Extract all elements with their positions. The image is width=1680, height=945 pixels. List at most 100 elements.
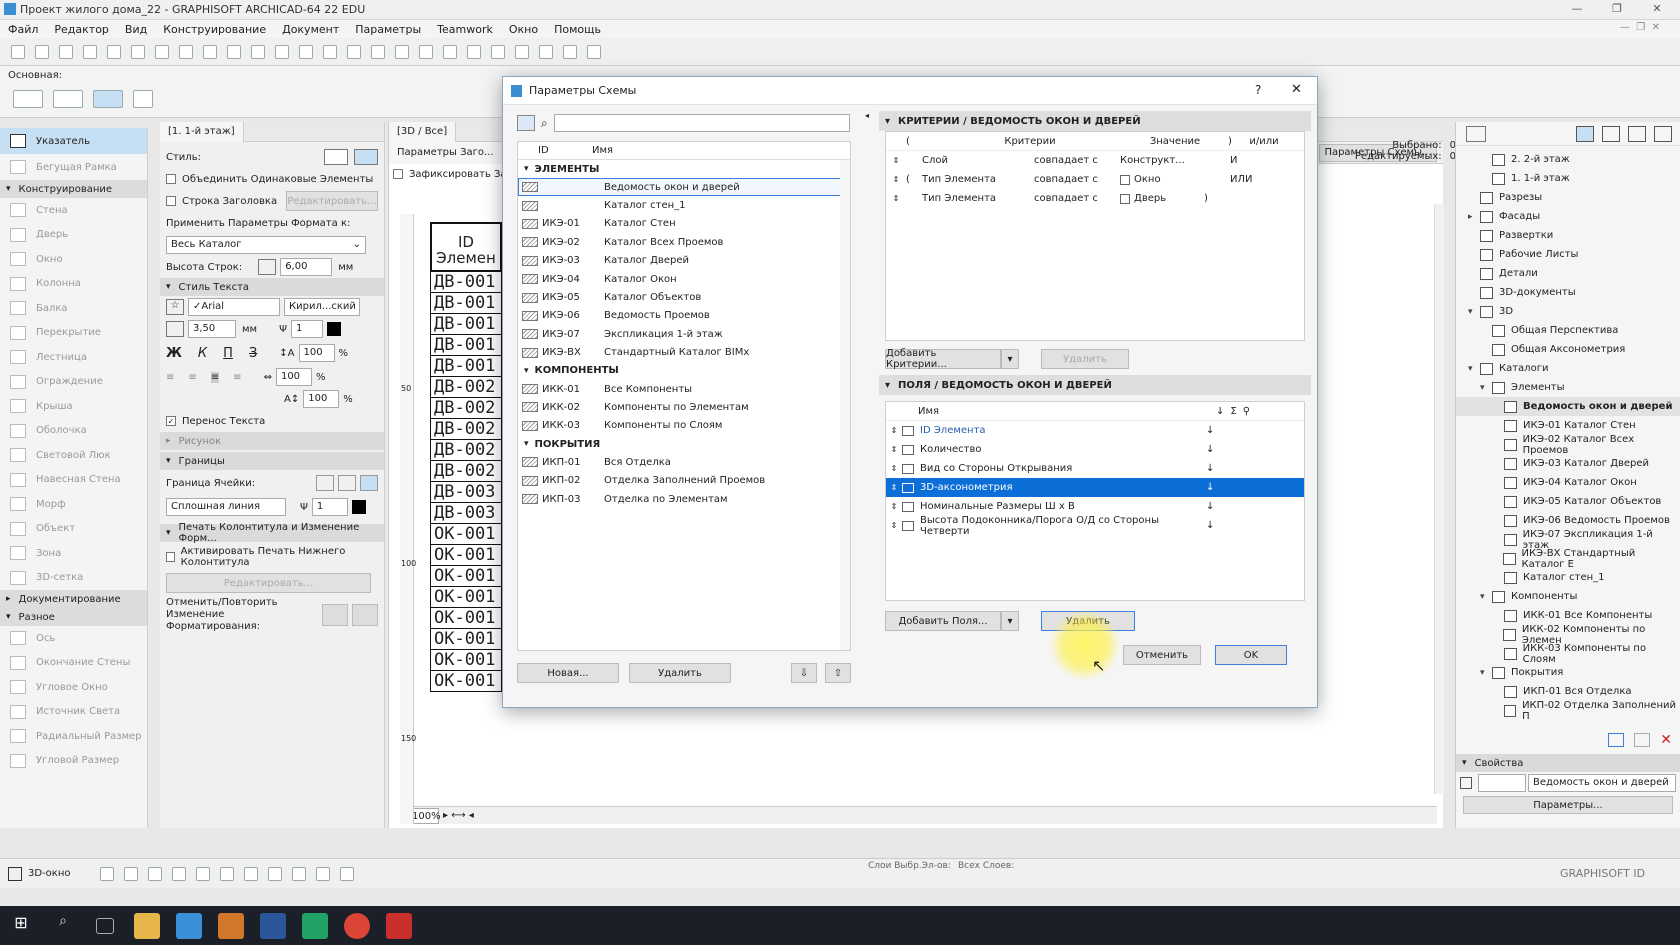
walk-icon[interactable]	[147, 866, 162, 881]
menu-options[interactable]: Параметры	[355, 23, 421, 36]
split-icon[interactable]	[395, 44, 409, 59]
tool-construct-15[interactable]: 3D-сетка	[0, 566, 147, 591]
render-icon[interactable]	[563, 44, 577, 59]
add-fields-button[interactable]: Добавить Поля...	[885, 611, 1001, 631]
zoom-arrows-icon[interactable]: ▸ ⟷ ◂	[443, 810, 474, 821]
navigator-item[interactable]: ▾ 3D	[1456, 302, 1680, 321]
toolbox-section-construct[interactable]: Конструирование	[0, 180, 147, 198]
field-sort-icon[interactable]: ↓	[1206, 501, 1246, 512]
navigator-item[interactable]: ИКК-02 Компоненты по Элемен	[1456, 624, 1680, 646]
field-sort-icon[interactable]: ↓	[1206, 520, 1246, 531]
border-pen-input[interactable]: 1	[311, 498, 348, 516]
filter-icon[interactable]	[267, 866, 282, 881]
tree-arrow-icon[interactable]: ▾	[1480, 668, 1492, 678]
tool-construct-12[interactable]: Морф	[0, 492, 147, 517]
word-icon[interactable]	[260, 912, 286, 939]
tree-arrow-icon[interactable]: ▾	[1480, 383, 1492, 393]
wrap-checkbox[interactable]: ✓	[166, 416, 176, 426]
schedule-item[interactable]: ИКЭ-03 Каталог Дверей	[518, 252, 850, 270]
text-style-header[interactable]: Стиль Текста	[160, 278, 384, 296]
menu-file[interactable]: Файл	[8, 23, 38, 36]
pin-icon[interactable]: ⚲	[1243, 406, 1250, 417]
navigator-item[interactable]: Рабочие Листы	[1456, 245, 1680, 264]
text-pen-input[interactable]: 1	[290, 320, 323, 338]
border-outer-icon[interactable]	[316, 475, 334, 491]
navigator-item[interactable]: ▾ Покрытия	[1456, 663, 1680, 682]
field-row[interactable]: ⇕ 3D-аксонометрия ↓	[886, 478, 1304, 497]
align-icon[interactable]	[347, 44, 361, 59]
crit-field[interactable]: Слой	[922, 155, 1034, 166]
list-view-icon[interactable]	[517, 115, 535, 131]
crit-value-cell[interactable]: Конструкт...	[1120, 155, 1204, 166]
criteria-row[interactable]: ⇕(Тип Элемента совпадает с Окно ИЛИ	[886, 170, 1304, 189]
schedule-item[interactable]: ИКК-03 Компоненты по Слоям	[518, 417, 850, 435]
crit-close[interactable]: )	[1204, 193, 1230, 204]
line-spacing-input[interactable]: 100	[303, 390, 340, 408]
tab-header-params[interactable]: Параметры Заго...	[389, 141, 503, 164]
col-id-header[interactable]: ID	[518, 145, 592, 156]
spacing-input[interactable]: 100	[275, 368, 312, 386]
publisher-icon[interactable]	[1654, 125, 1672, 142]
group-icon[interactable]	[299, 44, 313, 59]
borders-header[interactable]: Границы	[160, 452, 384, 470]
schedule-group[interactable]: ПОКРЫТИЯ	[518, 435, 850, 453]
reorder-handle-icon[interactable]: ⇕	[886, 464, 902, 473]
sun-icon[interactable]	[315, 866, 330, 881]
navigator-item[interactable]: 3D-документы	[1456, 283, 1680, 302]
field-sort-icon[interactable]: ↓	[1206, 425, 1246, 436]
navigator-item[interactable]: ▾ Каталоги	[1456, 359, 1680, 378]
tool-construct-0[interactable]: Стена	[0, 198, 147, 223]
crit-operator[interactable]: совпадает с	[1034, 174, 1120, 185]
view-3d-icon[interactable]	[515, 44, 529, 59]
selection-method-icon[interactable]	[13, 90, 43, 108]
export-icon[interactable]: ⇧	[825, 663, 851, 683]
canvas-vscrollbar[interactable]	[1434, 204, 1444, 794]
tool-misc-0[interactable]: Ось	[0, 626, 147, 651]
criteria-section-header[interactable]: КРИТЕРИИ / ВЕДОМОСТЬ ОКОН И ДВЕРЕЙ	[879, 111, 1311, 131]
tool-misc-3[interactable]: Источник Света	[0, 700, 147, 725]
crit-paren[interactable]: (	[906, 174, 922, 185]
clone-view-icon[interactable]	[1634, 733, 1651, 747]
schedule-item[interactable]: ИКЭ-06 Ведомость Проемов	[518, 307, 850, 325]
arrange-icon[interactable]	[323, 44, 337, 59]
schedule-item[interactable]: ИКК-01 Все Компоненты	[518, 380, 850, 398]
navigator-item[interactable]: Детали	[1456, 264, 1680, 283]
width-factor-input[interactable]: 100	[298, 344, 335, 362]
reorder-handle-icon[interactable]: ⇕	[886, 445, 902, 454]
trim-icon[interactable]	[371, 44, 385, 59]
field-row[interactable]: ⇕ ID Элемента ↓	[886, 421, 1304, 440]
tool-construct-3[interactable]: Колонна	[0, 272, 147, 297]
align-center-icon[interactable]: ≡	[188, 372, 196, 383]
navigator-item[interactable]: ИКЭ-04 Каталог Окон	[1456, 473, 1680, 492]
schedule-item[interactable]: ИКЭ-ВХ Стандартный Каталог BIMx	[518, 344, 850, 362]
align-left-icon[interactable]: ≡	[166, 372, 174, 383]
row-height-input[interactable]: 6,00	[280, 258, 333, 276]
border-inner-icon[interactable]	[338, 475, 356, 491]
roof-icon[interactable]	[491, 44, 505, 59]
menu-window-controls[interactable]: — ❐ ✕	[1620, 22, 1660, 33]
charset-select[interactable]: Кирил...ский	[284, 298, 360, 316]
schedule-item[interactable]: Каталог стен_1	[518, 196, 850, 214]
field-sort-icon[interactable]: ↓	[1206, 444, 1246, 455]
section-icon[interactable]	[539, 44, 553, 59]
task-view-icon[interactable]	[96, 917, 114, 934]
grid-icon[interactable]	[203, 44, 217, 59]
lock-header-checkbox[interactable]	[393, 169, 403, 179]
tool-construct-1[interactable]: Дверь	[0, 223, 147, 248]
edit-footer-button[interactable]: Редактировать...	[166, 573, 371, 593]
archicad-taskbar-icon[interactable]	[176, 912, 202, 939]
undo-format-icon[interactable]	[322, 604, 348, 626]
menu-help[interactable]: Помощь	[554, 23, 601, 36]
reorder-handle-icon[interactable]: ⇕	[886, 156, 906, 165]
navigator-item[interactable]: Разрезы	[1456, 188, 1680, 207]
intersect-icon[interactable]	[419, 44, 433, 59]
redo-format-icon[interactable]	[352, 604, 378, 626]
undo-icon[interactable]	[11, 44, 25, 59]
navigator-item[interactable]: ▸ Фасады	[1456, 207, 1680, 226]
style-grid-icon[interactable]	[354, 149, 378, 165]
footer-checkbox[interactable]	[166, 552, 175, 562]
3d-window-icon[interactable]	[8, 866, 22, 881]
tool-construct-9[interactable]: Оболочка	[0, 419, 147, 444]
view-cube-icon[interactable]	[99, 866, 114, 881]
layout-book-icon[interactable]	[1628, 125, 1646, 142]
